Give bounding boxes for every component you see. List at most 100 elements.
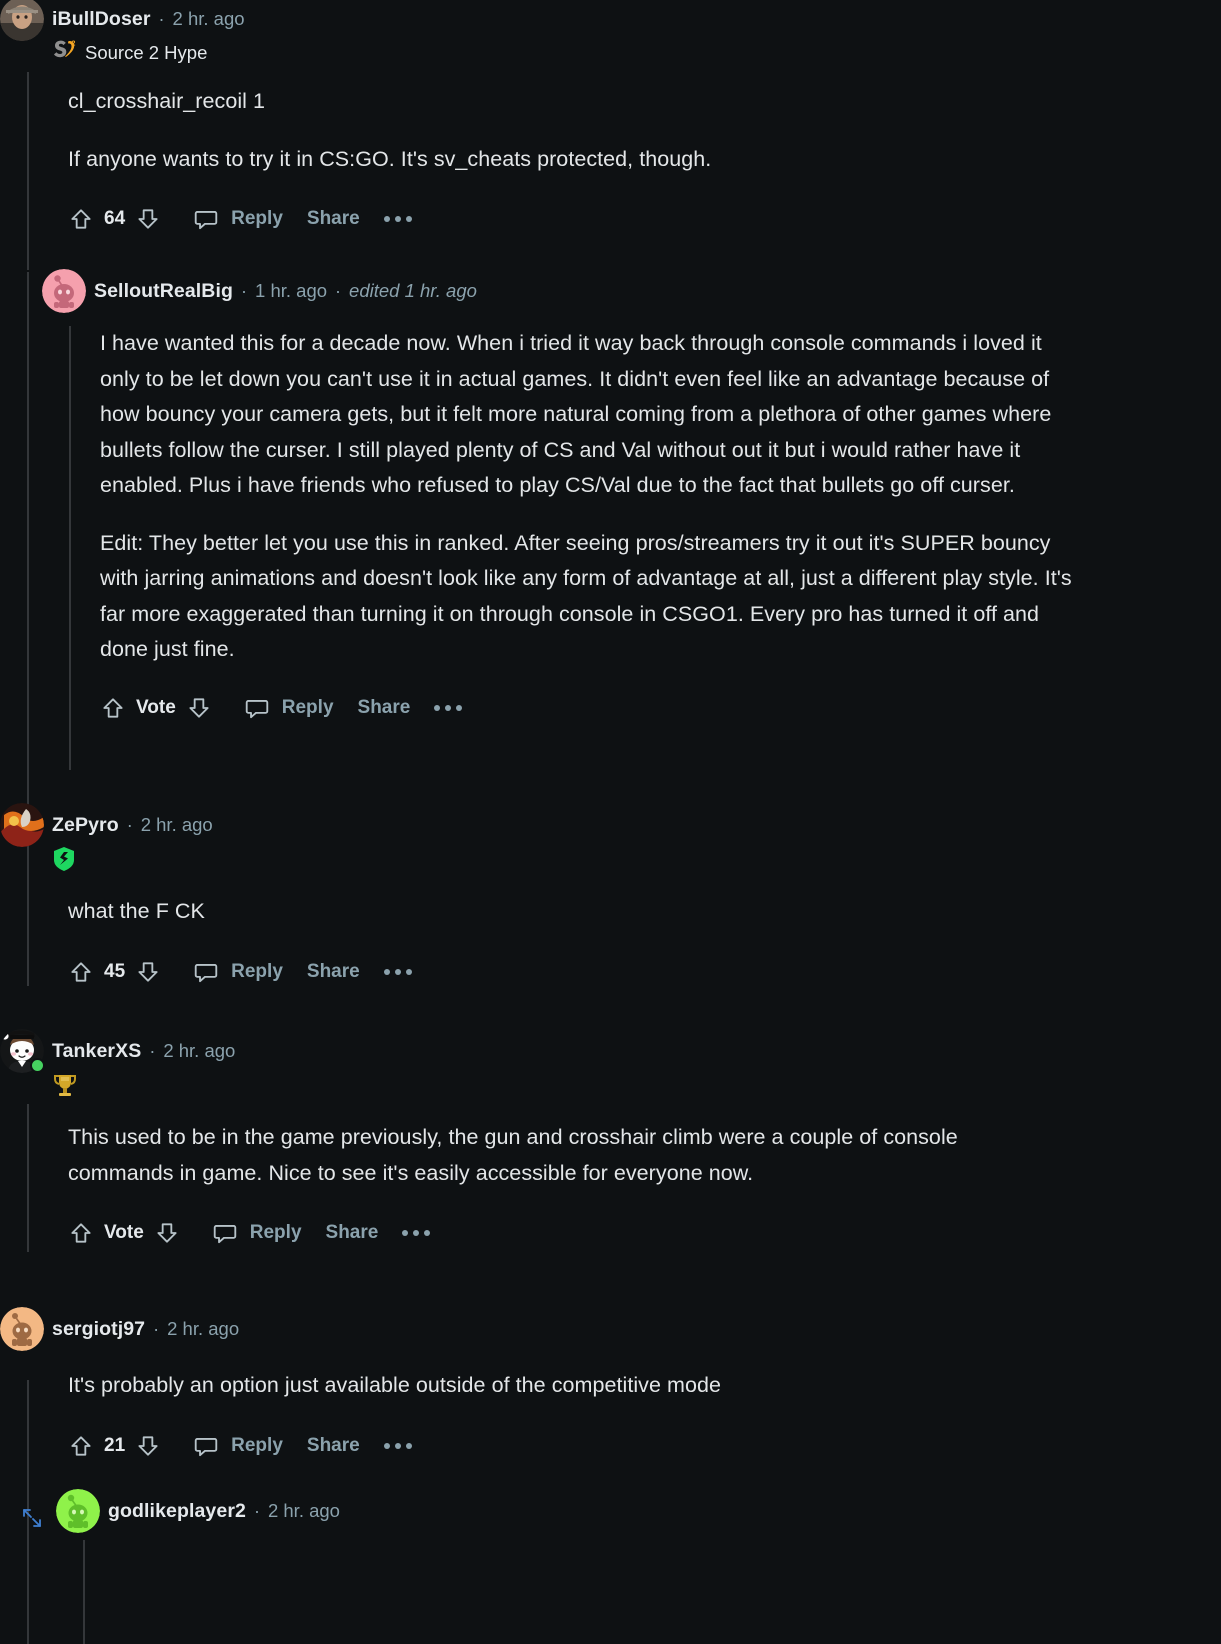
share-button[interactable]: Share — [307, 1435, 360, 1457]
comment-author-name[interactable]: godlikeplayer2 — [108, 1500, 246, 1523]
more-options-icon[interactable] — [383, 968, 412, 975]
comment-paragraph: If anyone wants to try it in CS:GO. It's… — [68, 146, 712, 171]
comment-header: ZePyro · 2 hr. ago — [0, 803, 1180, 847]
source2-logo-icon: 2 — [52, 39, 78, 68]
comment-flair-label: Source 2 Hype — [85, 42, 208, 63]
comment-paragraph: It's probably an option just available o… — [68, 1373, 721, 1397]
comment-paragraph: what the F CK — [68, 899, 205, 923]
svg-text:2: 2 — [72, 40, 76, 47]
comment-header: iBullDoser · 2 hr. ago — [0, 0, 1180, 41]
comment-actions: Vote Reply Share — [68, 1211, 1180, 1255]
reply-button[interactable]: Reply — [231, 961, 283, 983]
comment-edited-label: edited 1 hr. ago — [349, 280, 477, 301]
meta-separator: · — [241, 280, 248, 301]
share-button[interactable]: Share — [358, 697, 411, 719]
comment-timestamp: 2 hr. ago — [167, 1318, 240, 1339]
more-options-icon[interactable] — [383, 216, 412, 222]
comment-timestamp: 1 hr. ago — [255, 280, 328, 301]
thread-rail-c6[interactable] — [83, 1540, 85, 1644]
meta-separator: · — [149, 1040, 156, 1061]
comment-author-name[interactable]: TankerXS — [52, 1040, 141, 1063]
comment-timestamp: 2 hr. ago — [140, 814, 213, 835]
comment-selloutrealbig: SelloutRealBig · 1 hr. ago · edited 1 hr… — [42, 269, 1142, 730]
online-status-indicator — [30, 1058, 45, 1073]
downvote-arrow-icon[interactable] — [135, 959, 161, 985]
comment-header: SelloutRealBig · 1 hr. ago · edited 1 hr… — [42, 269, 1142, 313]
reply-button[interactable]: Reply — [231, 1435, 283, 1457]
share-button[interactable]: Share — [307, 208, 360, 230]
more-options-icon[interactable] — [383, 1442, 412, 1449]
user-avatar-sergiotj97[interactable] — [0, 1307, 44, 1351]
more-options-icon[interactable] — [434, 704, 463, 711]
comment-body: It's probably an option just available o… — [68, 1368, 1180, 1404]
vote-group: Vote — [68, 1220, 180, 1246]
comment-godlikeplayer2: godlikeplayer2 · 2 hr. ago — [23, 1489, 1156, 1533]
comment-sergiotj97: sergiotj97 · 2 hr. ago It's probably an … — [0, 1307, 1180, 1468]
meta-separator: · — [253, 1500, 260, 1521]
comment-flair[interactable] — [52, 846, 1180, 876]
downvote-arrow-icon[interactable] — [135, 206, 161, 232]
upvote-arrow-icon[interactable] — [68, 1433, 94, 1459]
comment-zepyro: ZePyro · 2 hr. ago what the F CK 45 Repl… — [0, 803, 1180, 994]
green-shield-badge-icon — [52, 846, 76, 877]
reply-button[interactable]: Reply — [231, 208, 283, 230]
meta-separator: · — [335, 280, 342, 301]
expand-thread-icon[interactable] — [20, 1506, 42, 1528]
user-avatar-tankerxs[interactable] — [0, 1029, 45, 1073]
comment-bubble-icon[interactable] — [193, 1433, 219, 1459]
comment-timestamp: 2 hr. ago — [163, 1040, 236, 1061]
upvote-arrow-icon[interactable] — [68, 206, 94, 232]
comment-paragraph: cl_crosshair_recoil 1 — [68, 89, 266, 113]
comment-actions: 45 Reply Share — [68, 950, 1180, 994]
comment-header: TankerXS · 2 hr. ago — [0, 1029, 1180, 1073]
comment-body: I have wanted this for a decade now. Whe… — [100, 326, 1085, 668]
reply-button[interactable]: Reply — [250, 1222, 302, 1244]
upvote-arrow-icon[interactable] — [100, 695, 126, 721]
comment-author-name[interactable]: SelloutRealBig — [94, 280, 233, 303]
user-avatar-godlikeplayer2[interactable] — [56, 1489, 100, 1533]
comment-actions: 21 Reply Share — [68, 1424, 1180, 1468]
upvote-arrow-icon[interactable] — [68, 1220, 94, 1246]
comment-tankerxs: TankerXS · 2 hr. ago This used to be in … — [0, 1029, 1180, 1255]
upvote-arrow-icon[interactable] — [68, 959, 94, 985]
comment-bubble-icon[interactable] — [193, 206, 219, 232]
vote-group: 21 — [68, 1433, 161, 1459]
comment-paragraph: This used to be in the game previously, … — [68, 1125, 958, 1185]
comment-bubble-icon[interactable] — [193, 959, 219, 985]
vote-group: Vote — [100, 695, 212, 721]
meta-separator: · — [158, 8, 165, 29]
comment-timestamp: 2 hr. ago — [172, 8, 245, 29]
comment-bubble-icon[interactable] — [212, 1220, 238, 1246]
user-avatar-selloutrealbig[interactable] — [42, 269, 86, 313]
comment-paragraph: I have wanted this for a decade now. Whe… — [100, 331, 1052, 497]
comment-author-name[interactable]: ZePyro — [52, 814, 119, 837]
comment-body: This used to be in the game previously, … — [68, 1120, 1028, 1191]
user-avatar-ibulldoser[interactable] — [0, 0, 44, 41]
comment-body: what the F CK — [68, 894, 1180, 930]
comment-bubble-icon[interactable] — [244, 695, 270, 721]
comment-paragraph: Edit: They better let you use this in ra… — [100, 530, 1072, 662]
share-button[interactable]: Share — [326, 1222, 379, 1244]
comment-header: godlikeplayer2 · 2 hr. ago — [56, 1489, 1156, 1533]
comment-flair[interactable]: 2 Source 2 Hype — [52, 38, 1180, 68]
comment-author-name[interactable]: iBullDoser — [52, 8, 151, 31]
downvote-arrow-icon[interactable] — [154, 1220, 180, 1246]
meta-separator: · — [153, 1318, 160, 1339]
meta-separator: · — [126, 814, 133, 835]
vote-score[interactable]: Vote — [136, 697, 176, 719]
comment-flair[interactable] — [52, 1072, 1180, 1102]
comment-ibulldoser: iBullDoser · 2 hr. ago 2 Source 2 Hype c… — [0, 0, 1180, 241]
vote-group: 45 — [68, 959, 161, 985]
more-options-icon[interactable] — [402, 1230, 431, 1236]
share-button[interactable]: Share — [307, 961, 360, 983]
comment-author-name[interactable]: sergiotj97 — [52, 1318, 145, 1341]
vote-score: 45 — [104, 960, 126, 982]
vote-score: 64 — [104, 208, 126, 229]
downvote-arrow-icon[interactable] — [186, 695, 212, 721]
user-avatar-zepyro[interactable] — [0, 803, 44, 847]
reply-button[interactable]: Reply — [282, 697, 334, 719]
vote-score[interactable]: Vote — [104, 1222, 144, 1244]
comment-body: cl_crosshair_recoil 1 If anyone wants to… — [68, 84, 1180, 177]
downvote-arrow-icon[interactable] — [135, 1433, 161, 1459]
comment-actions: Vote Reply Share — [100, 686, 1142, 730]
